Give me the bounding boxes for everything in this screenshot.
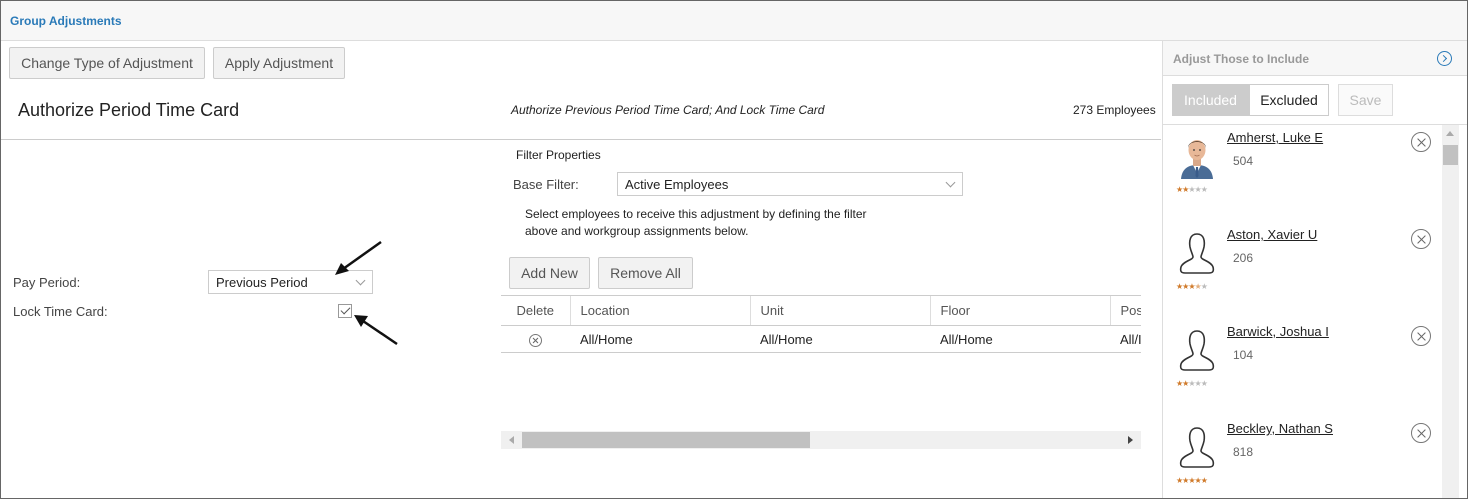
employee-name[interactable]: Aston, Xavier U [1227,227,1317,242]
chevron-down-icon [945,177,956,188]
employee-number: 818 [1233,445,1254,459]
scroll-left-icon[interactable] [509,436,514,444]
tab-included[interactable]: Included [1172,84,1249,116]
page-header: Group Adjustments [1,1,1467,41]
include-panel-header: Adjust Those to Include [1163,41,1467,76]
employee-name[interactable]: Barwick, Joshua I [1227,324,1329,339]
adjustment-description: Authorize Previous Period Time Card; And… [511,103,825,117]
remove-employee-icon[interactable] [1411,423,1431,443]
person-silhouette-icon [1179,427,1215,468]
add-new-button[interactable]: Add New [509,257,590,289]
employee-name[interactable]: Beckley, Nathan S [1227,421,1333,436]
filter-properties-title: Filter Properties [516,148,601,162]
delete-row-icon[interactable] [529,334,542,348]
include-panel: Adjust Those to Include Included Exclude… [1162,41,1467,498]
employee-number: 504 [1233,154,1254,168]
remove-employee-icon[interactable] [1411,326,1431,346]
base-filter-select[interactable]: Active Employees [617,172,963,196]
app-window: Group Adjustments Change Type of Adjustm… [0,0,1468,499]
scrollbar-thumb[interactable] [1443,145,1458,165]
scrollbar-thumb[interactable] [522,432,810,448]
lock-time-card-label: Lock Time Card: [13,304,108,319]
scroll-right-icon[interactable] [1128,436,1133,444]
column-header-delete[interactable]: Delete [501,296,571,326]
employee-list: Amherst, Luke E 504 ★★★★★ Aston, Xavier … [1163,124,1467,498]
chevron-right-circle-icon[interactable] [1437,51,1452,66]
table-row: All/Home All/Home All/Home All/I [501,325,1141,352]
workgroup-grid: Delete Location Unit Floor Pos All/Home … [501,295,1141,353]
column-header-floor[interactable]: Floor [930,296,1111,326]
rating-stars: ★★★★★ [1176,379,1208,388]
employee-number: 206 [1233,251,1254,265]
save-button[interactable]: Save [1338,84,1393,116]
vertical-scrollbar[interactable] [1442,125,1459,498]
employee-count: 273 Employees [1073,103,1156,117]
cell-location: All/Home [580,332,633,348]
remove-employee-icon[interactable] [1411,229,1431,249]
header-title: Group Adjustments [10,14,122,28]
person-silhouette-icon [1179,233,1215,274]
employee-number: 104 [1233,348,1254,362]
page-title: Authorize Period Time Card [18,100,240,120]
lock-time-card-checkbox[interactable] [338,304,352,318]
employee-name[interactable]: Amherst, Luke E [1227,130,1323,145]
employee-photo [1177,133,1217,179]
column-header-unit[interactable]: Unit [750,296,931,326]
horizontal-scrollbar[interactable] [501,431,1141,449]
list-item: Barwick, Joshua I 104 ★★★★★ [1163,319,1442,416]
change-type-button[interactable]: Change Type of Adjustment [9,47,205,79]
pay-period-label: Pay Period: [13,275,81,290]
column-header-pos[interactable]: Pos [1110,296,1141,326]
list-item: Amherst, Luke E 504 ★★★★★ [1163,125,1442,222]
arrow-icon [335,240,382,275]
column-header-location[interactable]: Location [570,296,751,326]
list-item: Aston, Xavier U 206 ★★★★★ [1163,222,1442,319]
person-silhouette-icon [1179,330,1215,371]
apply-adjustment-button[interactable]: Apply Adjustment [213,47,345,79]
cell-floor: All/Home [940,332,993,348]
divider [1,139,1161,140]
base-filter-value: Active Employees [625,176,729,192]
cell-unit: All/Home [760,332,813,348]
rating-stars: ★★★★★ [1176,476,1208,485]
filter-help-text: Select employees to receive this adjustm… [525,207,867,238]
include-panel-title: Adjust Those to Include [1173,52,1310,66]
tab-excluded[interactable]: Excluded [1249,84,1329,116]
cell-pos: All/I [1120,332,1141,348]
scroll-up-icon[interactable] [1446,131,1454,136]
remove-all-button[interactable]: Remove All [598,257,693,289]
grid-header-row: Delete Location Unit Floor Pos [501,296,1141,326]
checkmark-icon [340,304,351,315]
rating-stars: ★★★★★ [1176,282,1208,291]
list-item: Beckley, Nathan S 818 ★★★★★ [1163,416,1442,498]
rating-stars: ★★★★★ [1176,185,1208,194]
pay-period-value: Previous Period [216,274,308,290]
base-filter-label: Base Filter: [513,177,579,192]
arrow-icon [354,315,398,346]
remove-employee-icon[interactable] [1411,132,1431,152]
